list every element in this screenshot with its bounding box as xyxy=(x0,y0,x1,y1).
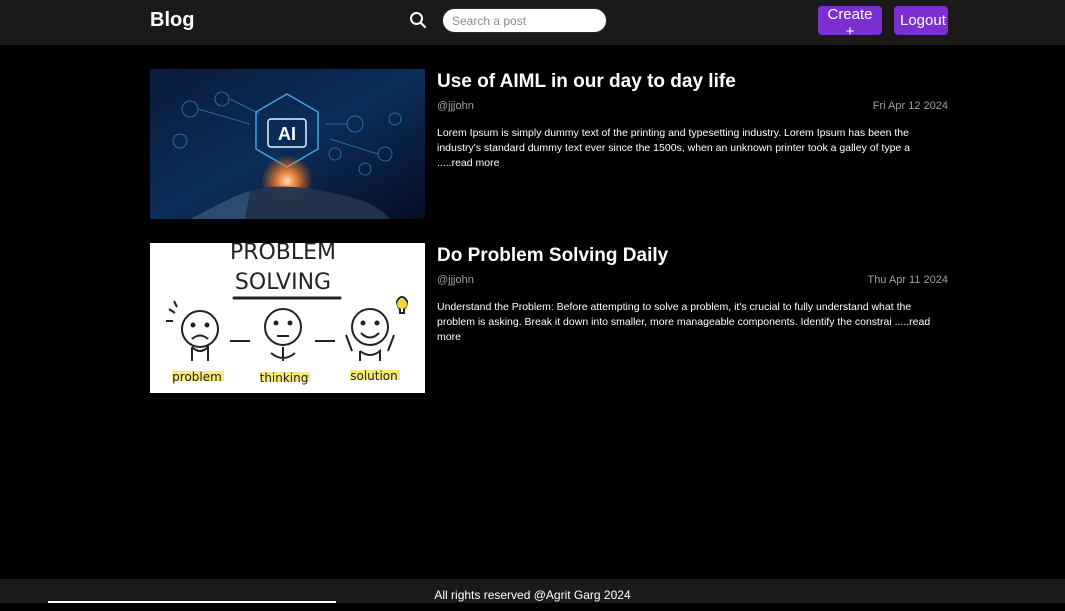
excerpt-text: Understand the Problem: Before attemptin… xyxy=(437,301,912,328)
post-excerpt: Lorem Ipsum is simply dummy text of the … xyxy=(437,126,948,171)
search-icon[interactable] xyxy=(409,11,427,29)
ai-chip-label: AI xyxy=(278,124,296,144)
ai-hand-image: AI xyxy=(150,69,425,219)
post-thumbnail[interactable]: AI xyxy=(150,69,425,219)
create-button[interactable]: Create + xyxy=(818,6,882,40)
logout-button[interactable]: Logout xyxy=(894,6,948,35)
read-more-link[interactable]: .....read more xyxy=(437,157,499,169)
post-card[interactable]: AI Use of AIML in our day to day life @j… xyxy=(150,69,948,219)
problem-solving-image: PROBLEM SOLVING problem thinking solutio… xyxy=(150,243,425,393)
post-date: Fri Apr 12 2024 xyxy=(872,100,948,112)
post-thumbnail[interactable]: PROBLEM SOLVING problem thinking solutio… xyxy=(150,243,425,393)
post-author: @jjjohn xyxy=(437,100,474,112)
post-author: @jjjohn xyxy=(437,274,474,286)
post-excerpt: Understand the Problem: Before attemptin… xyxy=(437,300,948,345)
search-input[interactable] xyxy=(442,8,607,33)
image-heading-line2: SOLVING xyxy=(235,270,331,295)
footer-text: All rights reserved @Agrit Garg 2024 xyxy=(434,588,631,602)
image-label-thinking: thinking xyxy=(260,371,309,385)
image-label-problem: problem xyxy=(172,370,222,384)
brand-logo[interactable]: Blog xyxy=(150,9,194,32)
post-title[interactable]: Use of AIML in our day to day life xyxy=(437,71,948,93)
post-title[interactable]: Do Problem Solving Daily xyxy=(437,245,948,267)
excerpt-text: Lorem Ipsum is simply dummy text of the … xyxy=(437,127,911,154)
navbar: Blog Create + Logout xyxy=(0,0,1065,45)
footer: All rights reserved @Agrit Garg 2024 xyxy=(0,579,1065,603)
post-date: Thu Apr 11 2024 xyxy=(867,274,948,286)
image-label-solution: solution xyxy=(350,369,398,383)
image-heading-line1: PROBLEM xyxy=(230,243,336,265)
post-card[interactable]: PROBLEM SOLVING problem thinking solutio… xyxy=(150,243,948,393)
